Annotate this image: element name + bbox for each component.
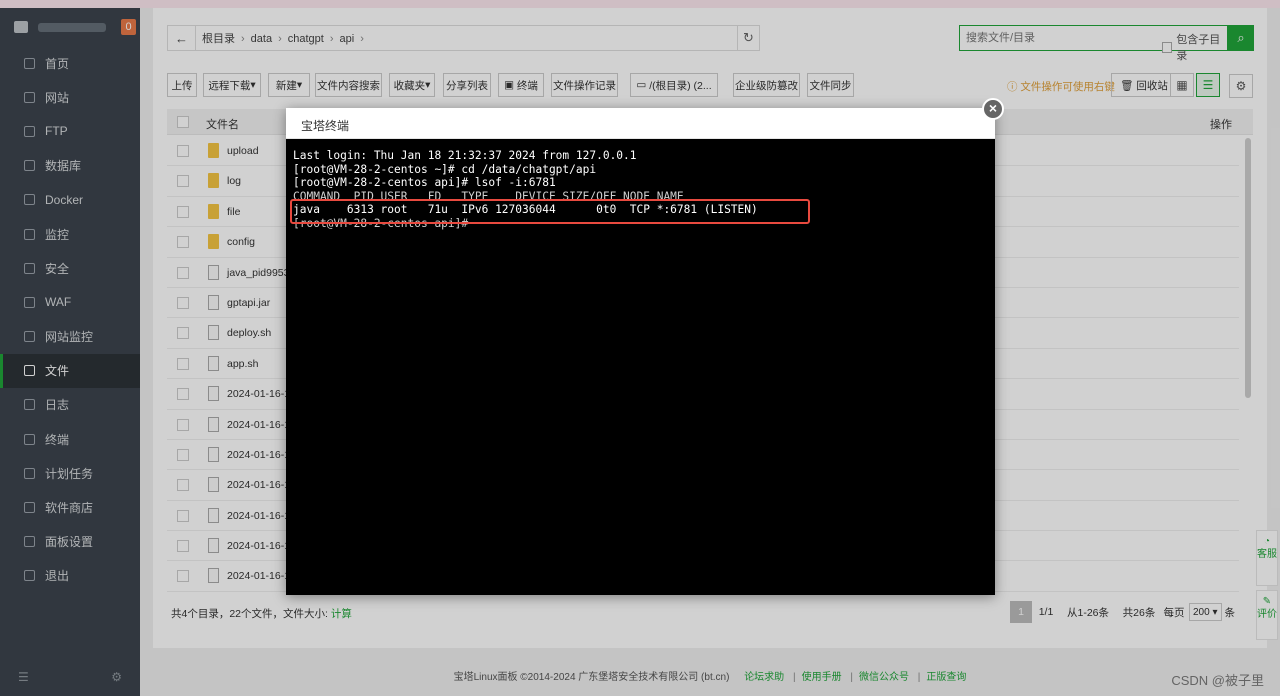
terminal-line: [root@VM-28-2-centos api]# lsof -i:6781	[293, 176, 556, 190]
close-icon[interactable]: ×	[982, 98, 1004, 120]
terminal-modal: 宝塔终端 Last login: Thu Jan 18 21:32:37 202…	[286, 108, 995, 595]
highlight-box	[290, 199, 810, 224]
terminal-line: Last login: Thu Jan 18 21:32:37 2024 fro…	[293, 149, 637, 162]
modal-title: 宝塔终端	[301, 119, 350, 133]
modal-header[interactable]: 宝塔终端	[286, 108, 995, 139]
terminal-line: [root@VM-28-2-centos ~]# cd /data/chatgp…	[293, 162, 597, 176]
